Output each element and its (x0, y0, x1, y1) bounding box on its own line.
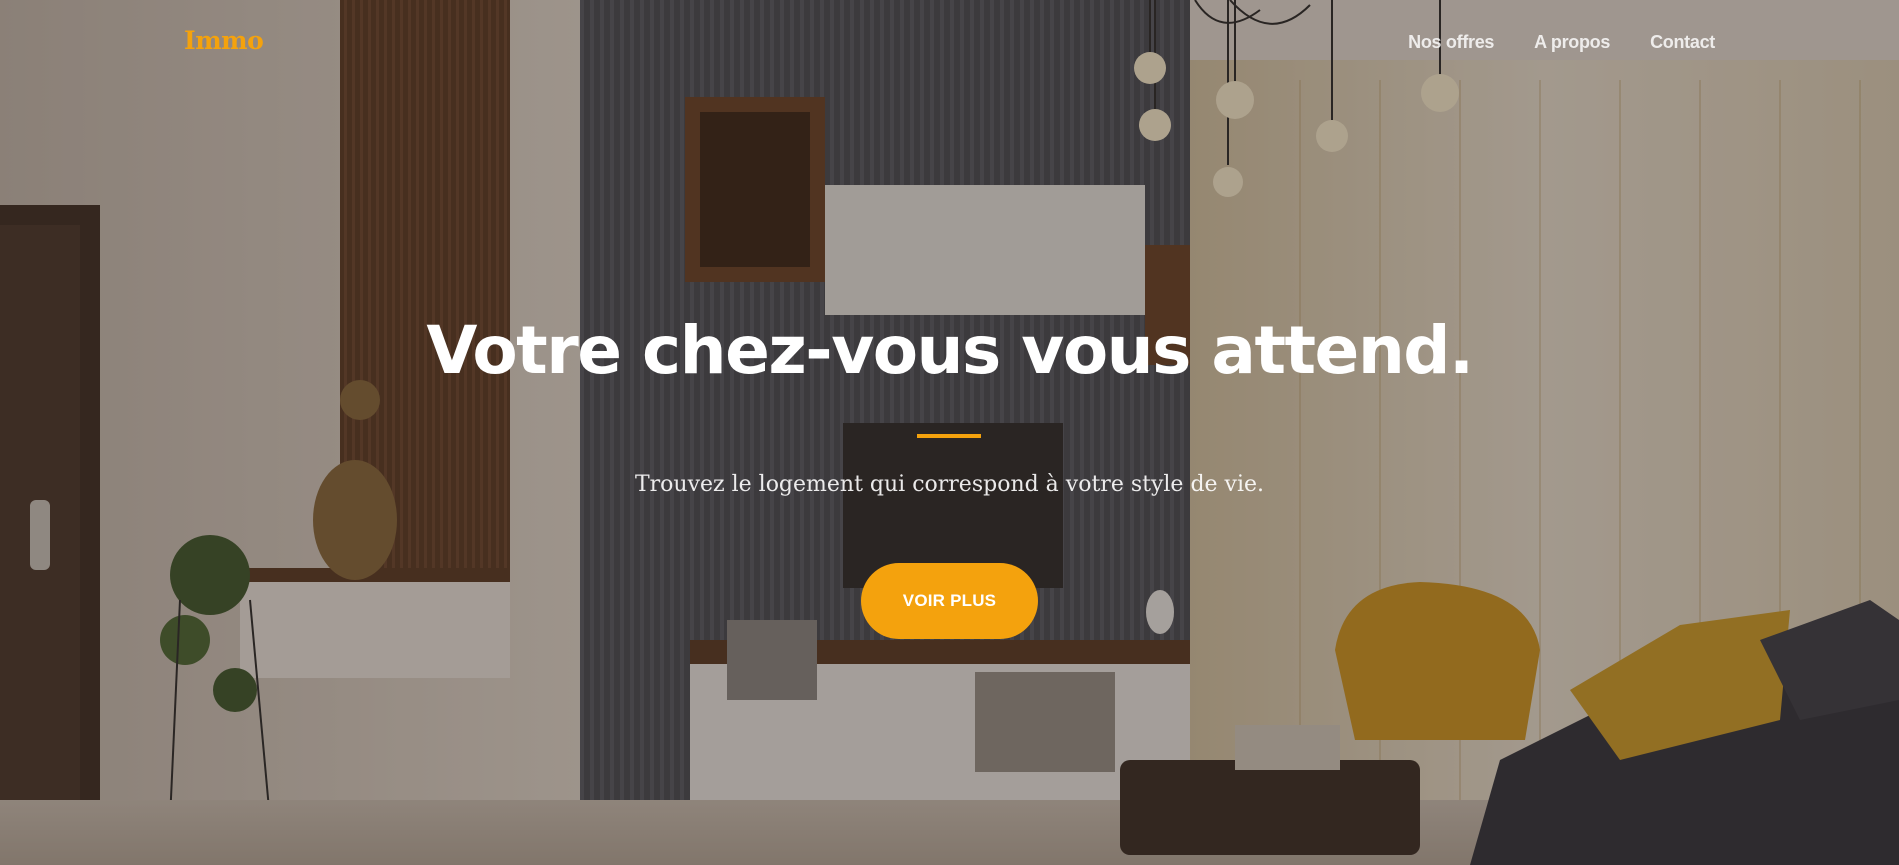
hero-title: Votre chez-vous vous attend. (426, 312, 1474, 389)
hero-content: Votre chez-vous vous attend. Trouvez le … (0, 0, 1899, 865)
hero-subtitle: Trouvez le logement qui correspond à vot… (634, 472, 1265, 497)
voir-plus-button[interactable]: VOIR PLUS (861, 563, 1038, 639)
title-divider (917, 434, 981, 438)
hero-section: Immo Nos offres A propos Contact Votre c… (0, 0, 1899, 865)
